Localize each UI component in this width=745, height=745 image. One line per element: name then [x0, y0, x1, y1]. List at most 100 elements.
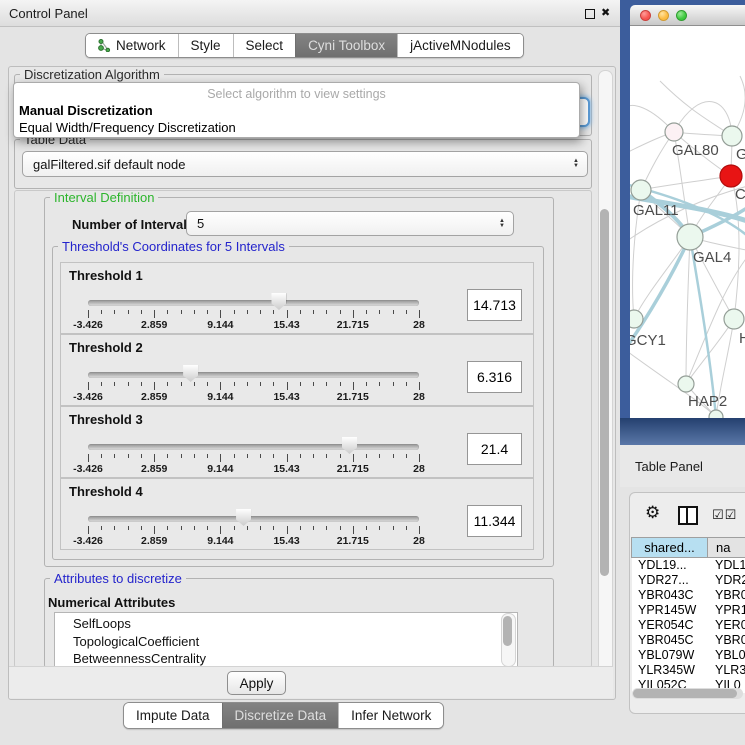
- threshold-panel-3: Threshold 3-3.4262.8599.14415.4321.71528…: [60, 406, 534, 478]
- apply-button[interactable]: Apply: [227, 671, 286, 695]
- attribute-item[interactable]: SelfLoops: [55, 615, 517, 633]
- table-row-cell[interactable]: YBR0: [708, 588, 745, 603]
- table-row-cell[interactable]: YDL1: [708, 558, 745, 573]
- slider-tick: [406, 310, 407, 314]
- network-node[interactable]: [665, 123, 683, 141]
- network-node[interactable]: [677, 224, 703, 250]
- slider-tick: [220, 454, 221, 462]
- slider-track[interactable]: [88, 300, 419, 306]
- threshold-value-field[interactable]: 21.4: [467, 433, 522, 465]
- table-row-cell[interactable]: YER054C: [632, 618, 713, 633]
- network-graph[interactable]: GAL80GCGAL11GAL4GCY1HHAP2: [630, 26, 745, 418]
- bottom-tab-infer-network[interactable]: Infer Network: [338, 703, 443, 728]
- panel-scrollbar[interactable]: [598, 70, 613, 696]
- threshold-value-field[interactable]: 11.344: [467, 505, 522, 537]
- table-row-cell[interactable]: YBR043C: [632, 588, 713, 603]
- attribute-item[interactable]: BetweennessCentrality: [55, 650, 517, 668]
- threshold-label: Threshold 3: [69, 412, 143, 427]
- attribute-item[interactable]: TopologicalCoefficient: [55, 633, 517, 651]
- node-label: GCY1: [630, 332, 666, 349]
- table-row-cell[interactable]: YDL19...: [632, 558, 713, 573]
- slider-track[interactable]: [88, 372, 419, 378]
- tab-style[interactable]: Style: [178, 34, 233, 57]
- slider-thumb[interactable]: [342, 437, 357, 454]
- slider-tick: [167, 382, 168, 386]
- slider-tick: [313, 526, 314, 530]
- dropdown-option-manual[interactable]: Manual Discretization: [18, 103, 575, 118]
- threshold-value-field[interactable]: 6.316: [467, 361, 522, 393]
- close-traffic-icon[interactable]: [640, 10, 651, 21]
- slider-track[interactable]: [88, 444, 419, 450]
- close-icon[interactable]: ✖: [601, 6, 610, 19]
- bottom-tab-discretize-data[interactable]: Discretize Data: [222, 703, 339, 728]
- threshold-panel-1: Threshold 1-3.4262.8599.14415.4321.71528…: [60, 262, 534, 334]
- num-intervals-spinner[interactable]: 5 ▲▼: [186, 211, 514, 236]
- tab-jactivemnodules[interactable]: jActiveMNodules: [397, 34, 523, 57]
- minimize-traffic-icon[interactable]: [658, 10, 669, 21]
- table-row-cell[interactable]: YDR27...: [632, 573, 713, 588]
- table-row-cell[interactable]: YBL0: [708, 648, 745, 663]
- tab-select[interactable]: Select: [233, 34, 296, 57]
- slider-tick: [154, 382, 155, 390]
- slider-tick: [167, 310, 168, 314]
- slider-tick: [326, 310, 327, 314]
- table-row-cell[interactable]: YLR3: [708, 663, 745, 678]
- slider-tick: [326, 526, 327, 530]
- network-node[interactable]: [678, 376, 694, 392]
- slider-tick: [419, 382, 420, 390]
- slider-tick: [101, 454, 102, 458]
- network-node[interactable]: [631, 180, 651, 200]
- network-node[interactable]: [724, 309, 744, 329]
- network-node[interactable]: [720, 165, 742, 187]
- float-icon[interactable]: [585, 9, 595, 19]
- network-canvas[interactable]: GAL80GCGAL11GAL4GCY1HHAP2: [630, 26, 745, 418]
- table-hscrollbar[interactable]: [632, 688, 743, 699]
- slider-thumb[interactable]: [271, 293, 286, 310]
- tab-label: Discretize Data: [235, 708, 327, 723]
- slider-scale-label: 21.715: [337, 391, 369, 403]
- slider-thumb[interactable]: [183, 365, 198, 382]
- checkbox-icons[interactable]: ☑☑: [712, 507, 737, 523]
- slider-scale-label: -3.426: [73, 391, 103, 403]
- column-header-shared-name[interactable]: shared...: [631, 537, 708, 558]
- slider-tick: [393, 454, 394, 458]
- node-label: H: [739, 330, 745, 347]
- network-window-titlebar[interactable]: [630, 5, 745, 26]
- slider-tick: [234, 382, 235, 386]
- network-node[interactable]: [722, 126, 742, 146]
- table-row-cell[interactable]: YER0: [708, 618, 745, 633]
- threshold-panel-4: Threshold 4-3.4262.8599.14415.4321.71528…: [60, 478, 534, 550]
- slider-tick: [234, 526, 235, 530]
- slider-tick: [128, 454, 129, 458]
- column-header-name[interactable]: na: [707, 537, 745, 558]
- tab-cyni-toolbox[interactable]: Cyni Toolbox: [295, 34, 397, 57]
- network-node[interactable]: [630, 310, 643, 328]
- slider-tick: [300, 310, 301, 314]
- table-row-cell[interactable]: YLR345W: [632, 663, 713, 678]
- slider-tick: [300, 454, 301, 458]
- table-row-cell[interactable]: YPR1: [708, 603, 745, 618]
- slider-track[interactable]: [88, 516, 419, 522]
- tab-network[interactable]: Network: [86, 34, 178, 57]
- table-row-cell[interactable]: YBR045C: [632, 633, 713, 648]
- slider-tick: [313, 310, 314, 314]
- dropdown-option-equal-width[interactable]: Equal Width/Frequency Discretization: [18, 120, 575, 135]
- attributes-list-scrollbar[interactable]: [501, 613, 516, 667]
- table-row-cell[interactable]: YDR2: [708, 573, 745, 588]
- network-node[interactable]: [709, 410, 723, 418]
- slider-tick: [114, 310, 115, 314]
- split-column-icon[interactable]: [678, 506, 698, 525]
- slider-tick: [101, 526, 102, 530]
- slider-tick: [88, 310, 89, 318]
- slider-tick: [353, 454, 354, 462]
- bottom-tab-impute-data[interactable]: Impute Data: [124, 703, 222, 728]
- table-row-cell[interactable]: YBR0: [708, 633, 745, 648]
- slider-tick: [194, 382, 195, 386]
- slider-thumb[interactable]: [236, 509, 251, 526]
- table-row-cell[interactable]: YPR145W: [632, 603, 713, 618]
- gear-icon[interactable]: ⚙: [645, 503, 660, 523]
- table-data-combobox[interactable]: galFiltered.sif default node ▲▼: [22, 151, 588, 177]
- zoom-traffic-icon[interactable]: [676, 10, 687, 21]
- table-row-cell[interactable]: YBL079W: [632, 648, 713, 663]
- threshold-value-field[interactable]: 14.713: [467, 289, 522, 321]
